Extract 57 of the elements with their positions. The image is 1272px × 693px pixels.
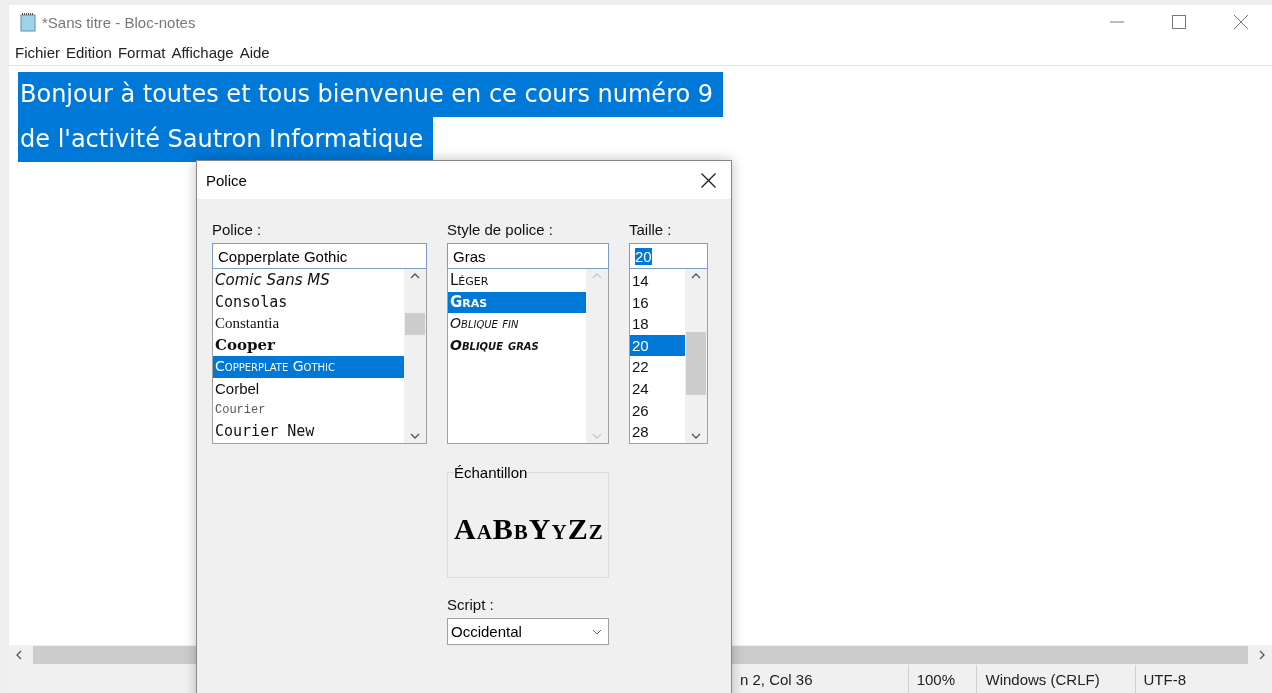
menu-item[interactable]: Edition	[64, 43, 114, 61]
group-label: Échantillon	[454, 464, 528, 481]
font-style-field[interactable]: Gras	[447, 243, 609, 269]
list-box[interactable]: Léger Gras Oblique fin Oblique gras	[447, 269, 609, 444]
field-label: Taille :	[629, 221, 673, 240]
menu-item[interactable]: Format	[115, 43, 168, 61]
scrollbar-thumb[interactable]	[686, 332, 706, 395]
list-item[interactable]: 20	[630, 334, 685, 357]
list-item[interactable]: Cooper	[213, 334, 404, 357]
status-text: UTF-8	[1134, 665, 1272, 693]
list-item[interactable]: 26	[630, 399, 685, 422]
close-icon	[1234, 15, 1248, 29]
close-icon	[700, 172, 716, 188]
list-item[interactable]: Consolas	[213, 291, 404, 314]
font-size-field[interactable]: 20	[629, 243, 708, 269]
scroll-up-icon[interactable]	[691, 273, 701, 279]
list-item[interactable]: 18	[630, 313, 685, 335]
scroll-up-icon[interactable]	[410, 273, 420, 279]
font-name-field[interactable]: Copperplate Gothic	[212, 243, 427, 269]
list-item[interactable]: Comic Sans MS	[213, 270, 404, 292]
scroll-down-icon[interactable]	[410, 433, 420, 439]
list-item[interactable]: Gras	[448, 291, 586, 314]
list-item[interactable]: Courier New	[213, 421, 404, 443]
list-item[interactable]: 22	[630, 356, 685, 378]
menu-item[interactable]: Aide	[237, 43, 272, 61]
scrollbar-thumb[interactable]	[405, 313, 425, 335]
list-item[interactable]: Courier	[213, 399, 404, 422]
minimize-icon	[1110, 21, 1124, 23]
script-dropdown[interactable]: Occidental	[447, 618, 609, 645]
list-item[interactable]: Constantia	[213, 313, 404, 335]
chevron-down-icon	[592, 628, 602, 635]
field-label: Police :	[212, 221, 263, 240]
list-item[interactable]: Léger	[448, 270, 586, 292]
font-sample-text: AaBbYyZz	[454, 512, 604, 546]
scroll-down-icon[interactable]	[691, 433, 701, 439]
list-item[interactable]: 28	[630, 421, 685, 443]
field-label: Style de police :	[447, 221, 554, 240]
list-item[interactable]: 16	[630, 291, 685, 314]
dialog-title: Police	[206, 171, 247, 189]
list-item[interactable]: Oblique fin	[448, 313, 586, 335]
list-item[interactable]: Oblique gras	[448, 334, 586, 357]
list-box[interactable]: 14 16 18 20 22 24 26 28	[629, 269, 708, 444]
status-text: Windows (CRLF)	[976, 665, 1135, 693]
menu-item[interactable]: Fichier	[13, 43, 62, 61]
menu-item[interactable]: Affichage	[169, 43, 236, 61]
list-item[interactable]: 24	[630, 377, 685, 400]
window-title: *Sans titre - Bloc-notes	[42, 13, 196, 31]
list-item[interactable]: Copperplate Gothic	[213, 356, 404, 378]
scrollbar[interactable]	[404, 269, 426, 443]
list-box[interactable]: Comic Sans MS Consolas Constantia Cooper Copperplate Gothic Corbel Courier Courier New	[212, 269, 427, 444]
field-label: Script :	[447, 596, 495, 615]
list-item[interactable]: 14	[630, 270, 685, 292]
maximize-icon	[1172, 15, 1186, 29]
scrollbar[interactable]	[685, 269, 707, 443]
notepad-icon	[18, 12, 38, 32]
status-text: 100%	[907, 665, 977, 693]
list-item[interactable]: Corbel	[213, 377, 404, 400]
